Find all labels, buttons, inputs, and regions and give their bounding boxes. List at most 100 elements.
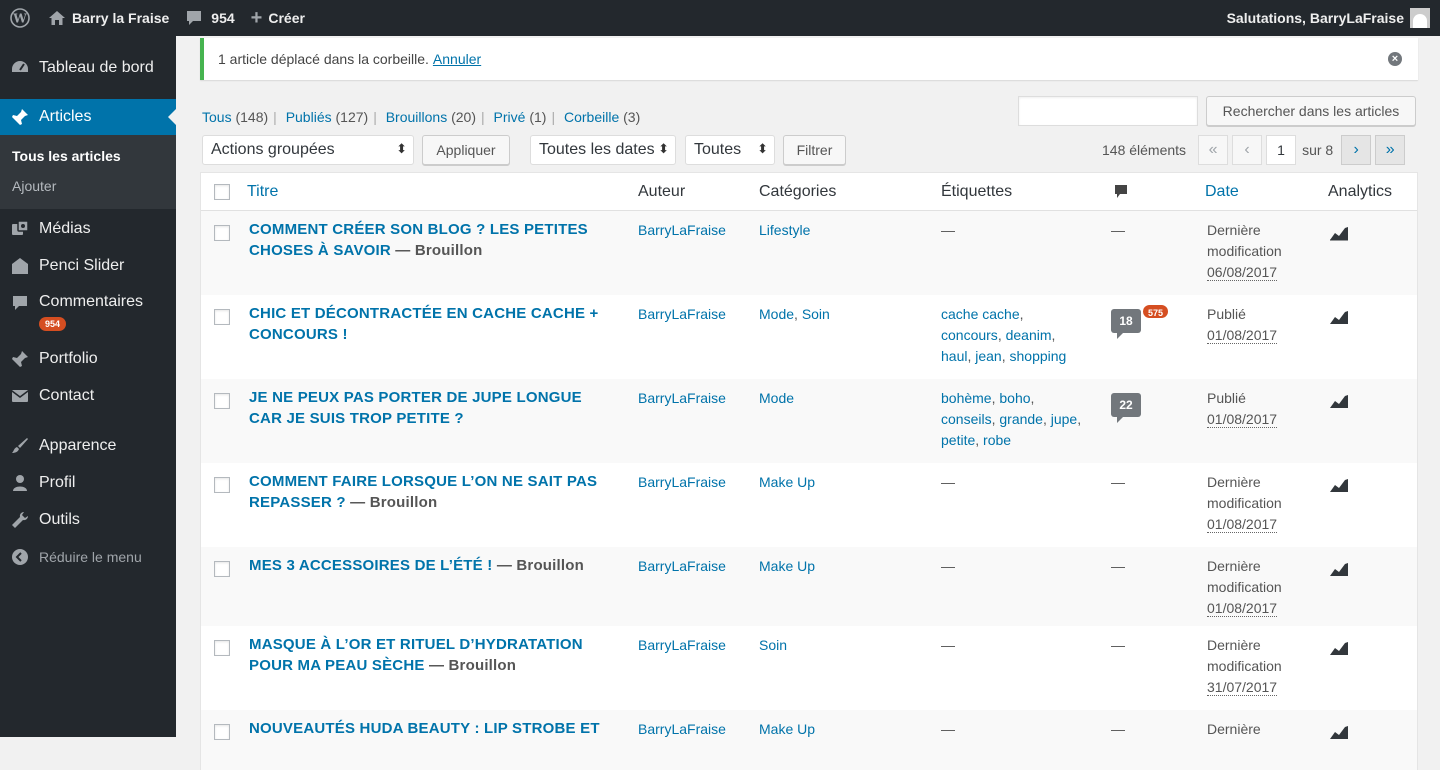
wrench-icon: [10, 510, 30, 530]
approved-comments-bubble[interactable]: 18: [1111, 309, 1141, 339]
menu-penci-slider[interactable]: Penci Slider: [0, 247, 176, 284]
menu-profile[interactable]: Profil: [0, 464, 176, 501]
table-row: JE NE PEUX PAS PORTER DE JUPE LONGUE CAR…: [201, 379, 1417, 463]
menu-media[interactable]: Médias: [0, 210, 176, 247]
post-title[interactable]: NOUVEAUTÉS HUDA BEAUTY : LIP STROBE ET: [249, 718, 619, 739]
comment-bubble-icon: [10, 293, 30, 313]
search-input[interactable]: [1018, 96, 1198, 126]
post-title[interactable]: COMMENT FAIRE LORSQUE L’ON NE SAIT PAS R…: [249, 471, 619, 513]
menu-tools[interactable]: Outils: [0, 501, 176, 538]
site-name-link[interactable]: Barry la Fraise: [40, 0, 177, 36]
row-checkbox[interactable]: [214, 225, 230, 241]
column-title[interactable]: Titre: [247, 183, 278, 201]
filter-button[interactable]: Filtrer: [783, 135, 846, 165]
collapse-menu-button[interactable]: Réduire le menu: [0, 538, 176, 575]
first-page-button: «: [1198, 135, 1229, 165]
undo-link[interactable]: Annuler: [433, 51, 481, 67]
analytics-chart-icon[interactable]: [1329, 561, 1349, 583]
menu-articles-label: Articles: [39, 108, 92, 125]
menu-portfolio[interactable]: Portfolio: [0, 340, 176, 377]
apply-button[interactable]: Appliquer: [422, 135, 510, 165]
row-checkbox[interactable]: [214, 640, 230, 656]
filter-all[interactable]: Tous (148): [202, 109, 268, 125]
categories-select[interactable]: Toutes: [685, 135, 775, 165]
analytics-chart-icon[interactable]: [1329, 477, 1349, 499]
category-link[interactable]: Lifestyle: [759, 220, 810, 241]
post-title[interactable]: COMMENT CRÉER SON BLOG ? LES PETITES CHO…: [249, 219, 619, 261]
row-checkbox[interactable]: [214, 561, 230, 577]
media-icon: [10, 219, 30, 239]
category-link[interactable]: Soin: [759, 635, 787, 656]
post-state: — Brouillon: [496, 557, 585, 574]
new-content-link[interactable]: + Créer: [243, 0, 313, 36]
dismiss-icon[interactable]: ×: [1388, 52, 1402, 66]
row-checkbox[interactable]: [214, 393, 230, 409]
menu-tools-label: Outils: [39, 510, 80, 528]
post-title[interactable]: MES 3 ACCESSOIRES DE L’ÉTÉ ! — Brouillon: [249, 555, 669, 576]
envelope-icon: [10, 386, 30, 406]
submenu-add[interactable]: Ajouter: [0, 171, 176, 201]
tag-links[interactable]: cache cache, concours, deanim, haul, jea…: [941, 304, 1101, 367]
post-state: — Brouillon: [395, 242, 483, 259]
menu-articles[interactable]: Articles: [0, 99, 176, 135]
filter-trash[interactable]: Corbeille (3): [564, 109, 640, 125]
search-button[interactable]: Rechercher dans les articles: [1206, 96, 1416, 126]
analytics-chart-icon[interactable]: [1329, 309, 1349, 331]
my-account[interactable]: Salutations, BarryLaFraise: [1227, 8, 1440, 28]
menu-comments[interactable]: Commentaires 954: [0, 284, 176, 340]
comment-count[interactable]: 18 575: [1111, 303, 1171, 339]
post-title[interactable]: JE NE PEUX PAS PORTER DE JUPE LONGUE CAR…: [249, 387, 619, 429]
post-title[interactable]: MASQUE À L’OR ET RITUEL D’HYDRATATION PO…: [249, 634, 619, 676]
post-date: Dernière modification 06/08/2017: [1207, 222, 1282, 281]
category-link[interactable]: Make Up: [759, 472, 815, 493]
category-links[interactable]: Mode, Soin: [759, 304, 830, 325]
pending-comments-badge[interactable]: 575: [1141, 303, 1171, 320]
row-checkbox[interactable]: [214, 309, 230, 325]
approved-comments-bubble[interactable]: 22: [1111, 393, 1141, 423]
select-all-checkbox[interactable]: [214, 184, 230, 200]
menu-contact-label: Contact: [39, 386, 95, 404]
table-row: NOUVEAUTÉS HUDA BEAUTY : LIP STROBE ET B…: [201, 710, 1417, 770]
current-page-input[interactable]: 1: [1266, 135, 1297, 165]
submenu-all-articles[interactable]: Tous les articles: [0, 141, 176, 171]
tag-links[interactable]: bohème, boho, conseils, grande, jupe, pe…: [941, 388, 1101, 451]
analytics-chart-icon[interactable]: [1329, 724, 1349, 746]
author-link[interactable]: BarryLaFraise: [638, 304, 726, 325]
analytics-chart-icon[interactable]: [1329, 393, 1349, 415]
wordpress-logo-icon[interactable]: W: [0, 0, 40, 36]
filter-private[interactable]: Privé (1): [494, 109, 547, 125]
user-icon: [10, 473, 30, 493]
author-link[interactable]: BarryLaFraise: [638, 388, 726, 409]
category-link[interactable]: Mode: [759, 388, 794, 409]
author-link[interactable]: BarryLaFraise: [638, 556, 726, 577]
post-title[interactable]: CHIC ET DÉCONTRACTÉE EN CACHE CACHE + CO…: [249, 303, 619, 345]
post-date: Publié 01/08/2017: [1207, 306, 1278, 344]
comment-count[interactable]: 22: [1111, 393, 1141, 423]
analytics-chart-icon[interactable]: [1329, 225, 1349, 247]
dates-select[interactable]: Toutes les dates: [530, 135, 676, 165]
comments-link[interactable]: 954: [177, 0, 242, 36]
category-link[interactable]: Make Up: [759, 556, 815, 577]
menu-appearance[interactable]: Apparence: [0, 427, 176, 464]
last-page-button[interactable]: »: [1375, 135, 1406, 165]
author-link[interactable]: BarryLaFraise: [638, 472, 726, 493]
next-page-button[interactable]: ›: [1341, 135, 1372, 165]
filter-drafts[interactable]: Brouillons (20): [386, 109, 476, 125]
total-pages: sur 8: [1302, 142, 1334, 158]
row-checkbox[interactable]: [214, 477, 230, 493]
menu-dashboard[interactable]: Tableau de bord: [0, 49, 176, 86]
author-link[interactable]: BarryLaFraise: [638, 220, 726, 241]
post-date: Dernière modification 01/08/2017: [1207, 558, 1282, 617]
comments-empty: —: [1111, 637, 1125, 653]
menu-contact[interactable]: Contact: [0, 377, 176, 414]
analytics-chart-icon[interactable]: [1329, 640, 1349, 662]
author-link[interactable]: BarryLaFraise: [638, 635, 726, 656]
column-comments-icon[interactable]: [1113, 184, 1129, 205]
bulk-actions-select[interactable]: Actions groupées: [202, 135, 414, 165]
column-date[interactable]: Date: [1205, 183, 1239, 201]
status-filters: Tous (148) | Publiés (127) | Brouillons (2…: [202, 109, 641, 125]
filter-published[interactable]: Publiés (127): [286, 109, 369, 125]
collapse-menu-label: Réduire le menu: [39, 548, 142, 565]
menu-media-label: Médias: [39, 219, 91, 237]
row-checkbox[interactable]: [214, 724, 230, 740]
